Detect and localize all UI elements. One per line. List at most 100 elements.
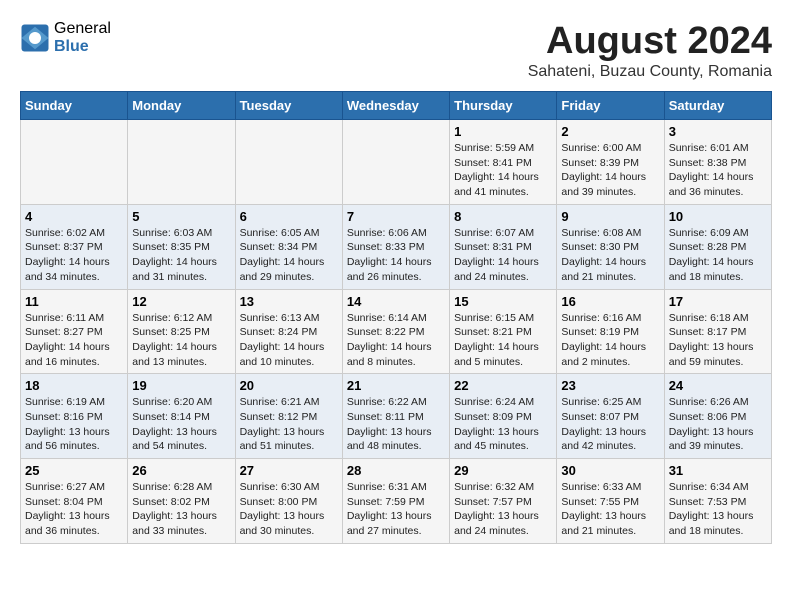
- day-cell: 7Sunrise: 6:06 AM Sunset: 8:33 PM Daylig…: [342, 204, 449, 289]
- subtitle: Sahateni, Buzau County, Romania: [528, 63, 772, 81]
- day-cell: 28 Sunrise: 6:31 AM Sunset: 7:59 PM Dayli…: [342, 459, 449, 544]
- day-info: Sunrise: 6:19 AM Sunset: 8:16 PM Dayligh…: [25, 395, 123, 454]
- day-cell: 31 Sunrise: 6:34 AM Sunset: 7:53 PM Dayli…: [664, 459, 771, 544]
- day-info: Sunrise: 6:01 AM Sunset: 8:38 PM Dayligh…: [669, 141, 767, 200]
- day-number: 3: [669, 124, 767, 139]
- header-cell-saturday: Saturday: [664, 92, 771, 120]
- day-number: 12: [132, 294, 230, 309]
- header-cell-monday: Monday: [128, 92, 235, 120]
- day-info: Sunrise: 6:31 AM Sunset: 7:59 PM Dayligh…: [347, 480, 445, 539]
- day-info: Sunrise: 6:13 AM Sunset: 8:24 PM Dayligh…: [240, 311, 338, 370]
- day-info: Sunrise: 6:33 AM Sunset: 7:55 PM Dayligh…: [561, 480, 659, 539]
- main-title: August 2024: [528, 20, 772, 63]
- day-cell: [342, 120, 449, 205]
- day-info: Sunrise: 6:18 AM Sunset: 8:17 PM Dayligh…: [669, 311, 767, 370]
- day-number: 1: [454, 124, 552, 139]
- day-number: 8: [454, 209, 552, 224]
- day-info: Sunrise: 6:21 AM Sunset: 8:12 PM Dayligh…: [240, 395, 338, 454]
- day-cell: 11Sunrise: 6:11 AM Sunset: 8:27 PM Dayli…: [21, 289, 128, 374]
- day-cell: 9 Sunrise: 6:08 AM Sunset: 8:30 PM Daylig…: [557, 204, 664, 289]
- day-cell: 24Sunrise: 6:26 AM Sunset: 8:06 PM Dayli…: [664, 374, 771, 459]
- day-number: 28: [347, 463, 445, 478]
- day-cell: 30 Sunrise: 6:33 AM Sunset: 7:55 PM Dayli…: [557, 459, 664, 544]
- page-header: General Blue August 2024 Sahateni, Buzau…: [20, 20, 772, 81]
- day-cell: 16 Sunrise: 6:16 AM Sunset: 8:19 PM Dayli…: [557, 289, 664, 374]
- day-info: Sunrise: 6:30 AM Sunset: 8:00 PM Dayligh…: [240, 480, 338, 539]
- day-cell: 14 Sunrise: 6:14 AM Sunset: 8:22 PM Dayli…: [342, 289, 449, 374]
- week-row-3: 11Sunrise: 6:11 AM Sunset: 8:27 PM Dayli…: [21, 289, 772, 374]
- day-number: 11: [25, 294, 123, 309]
- day-info: Sunrise: 6:02 AM Sunset: 8:37 PM Dayligh…: [25, 226, 123, 285]
- day-cell: 23 Sunrise: 6:25 AM Sunset: 8:07 PM Dayli…: [557, 374, 664, 459]
- logo-blue: Blue: [54, 38, 111, 56]
- day-number: 27: [240, 463, 338, 478]
- day-cell: 12Sunrise: 6:12 AM Sunset: 8:25 PM Dayli…: [128, 289, 235, 374]
- day-number: 4: [25, 209, 123, 224]
- day-cell: 2 Sunrise: 6:00 AM Sunset: 8:39 PM Daylig…: [557, 120, 664, 205]
- day-number: 30: [561, 463, 659, 478]
- day-info: Sunrise: 6:14 AM Sunset: 8:22 PM Dayligh…: [347, 311, 445, 370]
- day-number: 7: [347, 209, 445, 224]
- day-info: Sunrise: 6:16 AM Sunset: 8:19 PM Dayligh…: [561, 311, 659, 370]
- day-info: Sunrise: 6:28 AM Sunset: 8:02 PM Dayligh…: [132, 480, 230, 539]
- day-cell: 19Sunrise: 6:20 AM Sunset: 8:14 PM Dayli…: [128, 374, 235, 459]
- day-cell: 3 Sunrise: 6:01 AM Sunset: 8:38 PM Daylig…: [664, 120, 771, 205]
- day-number: 2: [561, 124, 659, 139]
- day-info: Sunrise: 6:20 AM Sunset: 8:14 PM Dayligh…: [132, 395, 230, 454]
- day-number: 21: [347, 378, 445, 393]
- day-number: 14: [347, 294, 445, 309]
- logo-icon: [20, 23, 50, 53]
- day-info: Sunrise: 6:25 AM Sunset: 8:07 PM Dayligh…: [561, 395, 659, 454]
- day-cell: 4 Sunrise: 6:02 AM Sunset: 8:37 PM Daylig…: [21, 204, 128, 289]
- day-number: 29: [454, 463, 552, 478]
- day-info: Sunrise: 6:08 AM Sunset: 8:30 PM Dayligh…: [561, 226, 659, 285]
- day-cell: 22Sunrise: 6:24 AM Sunset: 8:09 PM Dayli…: [450, 374, 557, 459]
- title-block: August 2024 Sahateni, Buzau County, Roma…: [528, 20, 772, 81]
- day-number: 20: [240, 378, 338, 393]
- calendar-body: 1 Sunrise: 5:59 AM Sunset: 8:41 PM Daylig…: [21, 120, 772, 544]
- day-info: Sunrise: 6:09 AM Sunset: 8:28 PM Dayligh…: [669, 226, 767, 285]
- day-info: Sunrise: 5:59 AM Sunset: 8:41 PM Dayligh…: [454, 141, 552, 200]
- day-info: Sunrise: 6:34 AM Sunset: 7:53 PM Dayligh…: [669, 480, 767, 539]
- day-number: 31: [669, 463, 767, 478]
- day-number: 9: [561, 209, 659, 224]
- header-cell-thursday: Thursday: [450, 92, 557, 120]
- header-cell-sunday: Sunday: [21, 92, 128, 120]
- day-number: 16: [561, 294, 659, 309]
- day-number: 5: [132, 209, 230, 224]
- day-cell: 21 Sunrise: 6:22 AM Sunset: 8:11 PM Dayli…: [342, 374, 449, 459]
- calendar-table: SundayMondayTuesdayWednesdayThursdayFrid…: [20, 91, 772, 544]
- logo-text: General Blue: [54, 20, 111, 55]
- day-cell: 13 Sunrise: 6:13 AM Sunset: 8:24 PM Dayli…: [235, 289, 342, 374]
- logo-general: General: [54, 20, 111, 38]
- week-row-2: 4 Sunrise: 6:02 AM Sunset: 8:37 PM Daylig…: [21, 204, 772, 289]
- day-number: 24: [669, 378, 767, 393]
- day-number: 13: [240, 294, 338, 309]
- day-number: 18: [25, 378, 123, 393]
- day-info: Sunrise: 6:24 AM Sunset: 8:09 PM Dayligh…: [454, 395, 552, 454]
- day-info: Sunrise: 6:05 AM Sunset: 8:34 PM Dayligh…: [240, 226, 338, 285]
- header-cell-tuesday: Tuesday: [235, 92, 342, 120]
- day-cell: [128, 120, 235, 205]
- day-cell: 6 Sunrise: 6:05 AM Sunset: 8:34 PM Daylig…: [235, 204, 342, 289]
- day-info: Sunrise: 6:27 AM Sunset: 8:04 PM Dayligh…: [25, 480, 123, 539]
- day-number: 25: [25, 463, 123, 478]
- day-number: 10: [669, 209, 767, 224]
- day-info: Sunrise: 6:22 AM Sunset: 8:11 PM Dayligh…: [347, 395, 445, 454]
- header-row: SundayMondayTuesdayWednesdayThursdayFrid…: [21, 92, 772, 120]
- day-cell: 5 Sunrise: 6:03 AM Sunset: 8:35 PM Daylig…: [128, 204, 235, 289]
- calendar-header: SundayMondayTuesdayWednesdayThursdayFrid…: [21, 92, 772, 120]
- day-cell: [21, 120, 128, 205]
- day-number: 17: [669, 294, 767, 309]
- day-number: 15: [454, 294, 552, 309]
- day-cell: 18 Sunrise: 6:19 AM Sunset: 8:16 PM Dayli…: [21, 374, 128, 459]
- day-number: 6: [240, 209, 338, 224]
- day-info: Sunrise: 6:00 AM Sunset: 8:39 PM Dayligh…: [561, 141, 659, 200]
- header-cell-friday: Friday: [557, 92, 664, 120]
- day-number: 23: [561, 378, 659, 393]
- day-info: Sunrise: 6:03 AM Sunset: 8:35 PM Dayligh…: [132, 226, 230, 285]
- day-cell: 17 Sunrise: 6:18 AM Sunset: 8:17 PM Dayli…: [664, 289, 771, 374]
- week-row-4: 18 Sunrise: 6:19 AM Sunset: 8:16 PM Dayli…: [21, 374, 772, 459]
- week-row-1: 1 Sunrise: 5:59 AM Sunset: 8:41 PM Daylig…: [21, 120, 772, 205]
- day-number: 26: [132, 463, 230, 478]
